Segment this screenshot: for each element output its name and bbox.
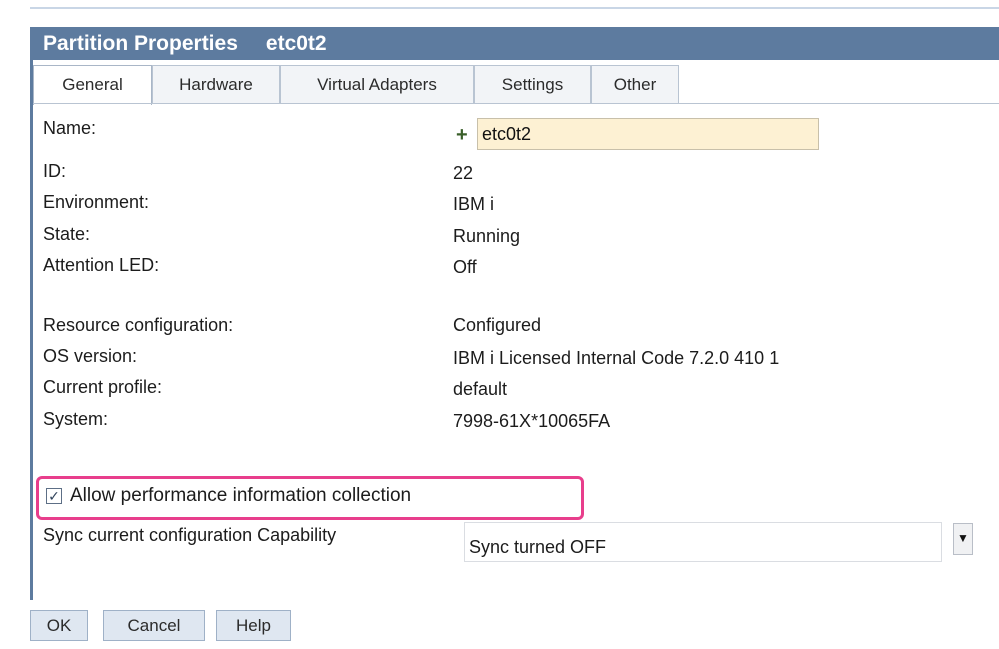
environment-label: Environment: <box>43 192 150 212</box>
top-rule <box>30 7 999 9</box>
tab-general-label: General <box>62 75 123 94</box>
environment-value: IBM i <box>453 194 495 214</box>
state-value: Running <box>453 226 521 246</box>
tab-general[interactable]: General <box>33 65 152 105</box>
resource-configuration-value: Configured <box>453 315 542 335</box>
tab-hardware[interactable]: Hardware <box>152 65 280 103</box>
sync-capability-label: Sync current configuration Capability <box>43 525 337 545</box>
cancel-button[interactable]: Cancel <box>103 610 205 641</box>
tab-hardware-label: Hardware <box>179 75 253 94</box>
tab-other-label: Other <box>613 75 657 94</box>
os-version-value: IBM i Licensed Internal Code 7.2.0 410 1 <box>453 348 780 368</box>
tab-virtual-adapters[interactable]: Virtual Adapters <box>280 65 474 103</box>
required-marker-icon: + <box>456 124 468 146</box>
dropdown-arrow-icon[interactable]: ▼ <box>953 523 973 555</box>
sync-capability-select[interactable]: Sync turned OFF <box>464 522 942 562</box>
tab-other[interactable]: Other <box>591 65 679 103</box>
system-value: 7998-61X*10065FA <box>453 411 611 431</box>
name-label: Name: <box>43 118 97 138</box>
resource-configuration-label: Resource configuration: <box>43 315 234 335</box>
id-value: 22 <box>453 163 474 183</box>
dialog-title: Partition Properties <box>43 32 238 55</box>
current-profile-value: default <box>453 379 508 399</box>
dialog-title-bar: Partition Properties etc0t2 <box>30 27 999 60</box>
os-version-label: OS version: <box>43 346 138 366</box>
attention-led-value: Off <box>453 257 477 277</box>
help-button[interactable]: Help <box>216 610 291 641</box>
tab-virtual-adapters-label: Virtual Adapters <box>317 75 437 94</box>
tab-settings-label: Settings <box>501 75 564 94</box>
partition-name-title: etc0t2 <box>265 32 327 55</box>
system-label: System: <box>43 409 109 429</box>
current-profile-label: Current profile: <box>43 377 163 397</box>
perf-collection-label: Allow performance information collection <box>70 485 412 506</box>
name-input[interactable] <box>477 118 819 150</box>
perf-collection-checkbox[interactable]: ✓ <box>46 488 62 504</box>
ok-button[interactable]: OK <box>30 610 88 641</box>
attention-led-label: Attention LED: <box>43 255 160 275</box>
state-label: State: <box>43 224 91 244</box>
tab-settings[interactable]: Settings <box>474 65 591 103</box>
general-panel: Name: + ID: 22 Environment: IBM i State:… <box>33 104 999 600</box>
tab-bar: General Hardware Virtual Adapters Settin… <box>30 60 999 105</box>
id-label: ID: <box>43 161 67 181</box>
